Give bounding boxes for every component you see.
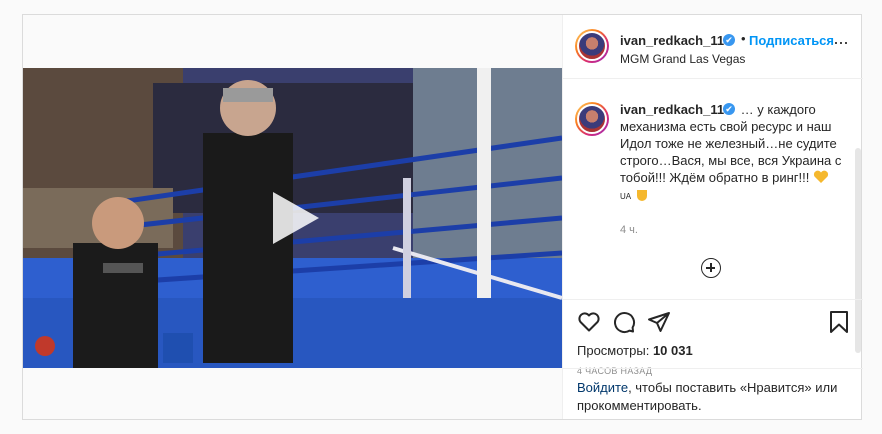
comment-icon[interactable] <box>612 310 636 334</box>
heart-emoji-icon <box>813 170 829 183</box>
separator-dot: • <box>741 31 746 46</box>
views-value: 10 031 <box>652 343 693 358</box>
video-player[interactable] <box>23 68 562 368</box>
avatar[interactable] <box>575 102 609 136</box>
views-count: Просмотры: 10 031 <box>577 343 693 358</box>
flag-text: UA <box>620 192 632 201</box>
comments-section: … у каждого механизма есть свой ресурс и… <box>563 80 863 353</box>
bookmark-icon[interactable] <box>827 310 851 334</box>
views-label: Просмотры: <box>577 343 650 358</box>
follow-button[interactable]: Подписаться <box>749 33 834 48</box>
verified-icon: ✔ <box>723 34 735 46</box>
login-prompt: Войдите, чтобы поставить «Нравится» или … <box>563 368 863 419</box>
login-link[interactable]: Войдите <box>577 380 628 395</box>
heart-icon[interactable] <box>577 310 601 334</box>
avatar[interactable] <box>575 29 609 63</box>
username-link[interactable]: ivan_redkach_11 <box>620 33 724 48</box>
comment-username[interactable]: ivan_redkach_11 <box>620 102 724 117</box>
post-sidebar: ivan_redkach_11 ✔ • Подписаться MGM Gran… <box>562 15 863 419</box>
more-options-icon[interactable]: ··· <box>833 33 849 51</box>
comment-time: 4 ч. <box>620 224 638 236</box>
play-icon[interactable] <box>263 188 323 248</box>
plus-circle-icon[interactable] <box>701 258 721 278</box>
share-icon[interactable] <box>647 310 671 334</box>
verified-icon: ✔ <box>723 103 735 115</box>
post-header: ivan_redkach_11 ✔ • Подписаться MGM Gran… <box>563 15 863 79</box>
shield-emoji-icon <box>636 190 647 201</box>
post-media <box>23 15 562 419</box>
location-link[interactable]: MGM Grand Las Vegas <box>620 52 745 66</box>
post-card: ivan_redkach_11 ✔ • Подписаться MGM Gran… <box>22 14 863 420</box>
